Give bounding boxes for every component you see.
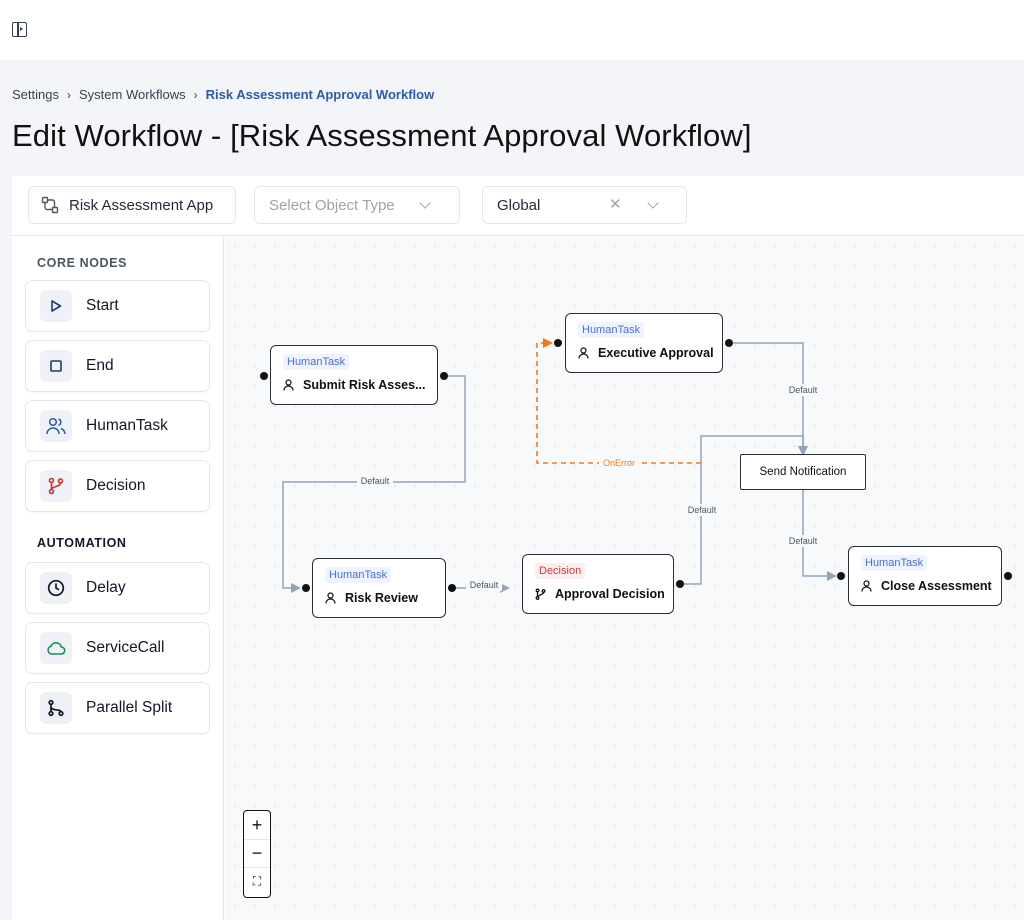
scope-value: Global: [497, 196, 541, 214]
palette-item-label: Decision: [86, 477, 146, 494]
palette-item-servicecall[interactable]: ServiceCall: [25, 622, 210, 674]
palette-item-delay[interactable]: Delay: [25, 562, 210, 614]
user-icon: [325, 592, 336, 604]
core-nodes-heading: CORE NODES: [37, 256, 128, 270]
edge-label-default: Default: [789, 385, 818, 395]
node-label: Executive Approval: [598, 346, 714, 360]
breadcrumb-system-workflows[interactable]: System Workflows: [79, 87, 186, 102]
edge-label-onerror: OnError: [603, 458, 635, 468]
node-label-row: Executive Approval: [578, 346, 714, 360]
palette-item-label: HumanTask: [86, 417, 168, 434]
node-output-port[interactable]: [440, 372, 448, 380]
user-icon: [283, 379, 294, 391]
workflow-name-input[interactable]: Risk Assessment App: [28, 186, 236, 224]
node-label: Risk Review: [345, 591, 418, 605]
sidebar-toggle-icon[interactable]: [12, 22, 27, 37]
node-label: Send Notification: [759, 466, 847, 478]
chevron-right-icon: ›: [66, 87, 71, 102]
node-output-port[interactable]: [676, 580, 684, 588]
user-icon: [578, 347, 589, 359]
palette-item-start[interactable]: Start: [25, 280, 210, 332]
breadcrumb-settings[interactable]: Settings: [12, 87, 59, 102]
automation-heading: AUTOMATION: [37, 536, 127, 550]
chevron-down-icon: [419, 197, 431, 209]
play-icon: [40, 290, 72, 322]
git-branch-icon: [535, 588, 546, 600]
node-risk-review[interactable]: HumanTask Risk Review: [312, 558, 446, 618]
node-label-row: Close Assessment: [861, 579, 992, 593]
node-type-tag: HumanTask: [325, 567, 392, 583]
clear-icon[interactable]: ✕: [609, 195, 622, 213]
workflow-canvas[interactable]: Default Default Default Default Default …: [225, 236, 1024, 920]
palette-item-end[interactable]: End: [25, 340, 210, 392]
edge-notification-to-close: [802, 490, 837, 581]
object-type-select[interactable]: Select Object Type: [254, 186, 460, 224]
palette-item-decision[interactable]: Decision: [25, 460, 210, 512]
node-label: Approval Decision: [555, 587, 665, 601]
node-output-port[interactable]: [448, 584, 456, 592]
node-input-port[interactable]: [302, 584, 310, 592]
zoom-out-button[interactable]: −: [244, 839, 270, 867]
page-title: Edit Workflow - [Risk Assessment Approva…: [12, 118, 752, 153]
node-label-row: Risk Review: [325, 591, 418, 605]
object-type-placeholder: Select Object Type: [269, 196, 395, 214]
chevron-right-icon: ›: [193, 87, 198, 102]
edge-label-default: Default: [688, 505, 717, 515]
workflow-editor: Risk Assessment App Select Object Type G…: [12, 176, 1024, 920]
node-type-tag: HumanTask: [578, 322, 645, 338]
node-output-port[interactable]: [725, 339, 733, 347]
node-input-port[interactable]: [837, 572, 845, 580]
editor-toolbar: Risk Assessment App Select Object Type G…: [12, 176, 1024, 236]
palette-item-humantask[interactable]: HumanTask: [25, 400, 210, 452]
edge-executive-to-notification: [733, 342, 808, 456]
palette-item-label: Delay: [86, 579, 126, 596]
node-type-tag: HumanTask: [283, 354, 350, 370]
node-input-port[interactable]: [260, 372, 268, 380]
breadcrumb: Settings › System Workflows › Risk Asses…: [12, 87, 434, 102]
git-branch-icon: [40, 470, 72, 502]
node-type-tag: Decision: [535, 563, 586, 579]
clock-icon: [40, 572, 72, 604]
split-icon: [40, 692, 72, 724]
cloud-icon: [40, 632, 72, 664]
node-label: Close Assessment: [881, 579, 992, 593]
breadcrumb-current: Risk Assessment Approval Workflow: [205, 87, 435, 102]
chevron-down-icon: [647, 197, 659, 209]
edge-label-default: Default: [470, 580, 499, 590]
node-label-row: Submit Risk Asses...: [283, 378, 426, 392]
edge-label-default: Default: [361, 476, 390, 486]
palette-item-label: Parallel Split: [86, 699, 173, 716]
zoom-in-button[interactable]: +: [244, 811, 270, 839]
node-output-port[interactable]: [1004, 572, 1012, 580]
zoom-controls: + − ⛶: [243, 810, 271, 898]
node-label-row: Approval Decision: [535, 587, 665, 601]
node-input-port[interactable]: [554, 339, 562, 347]
workflow-icon: [41, 196, 59, 214]
scope-select[interactable]: Global ✕: [482, 186, 687, 224]
palette-item-label: End: [86, 357, 114, 374]
top-bar: [0, 0, 1024, 60]
palette-item-label: ServiceCall: [86, 639, 165, 656]
stop-icon: [40, 350, 72, 382]
users-icon: [40, 410, 72, 442]
node-send-notification[interactable]: Send Notification: [740, 454, 866, 490]
node-type-tag: HumanTask: [861, 555, 928, 571]
workflow-name-value: Risk Assessment App: [69, 196, 214, 214]
edge-label-default: Default: [789, 536, 818, 546]
user-icon: [861, 580, 872, 592]
palette-item-label: Start: [86, 297, 119, 314]
node-approval-decision[interactable]: Decision Approval Decision: [522, 554, 674, 614]
palette-item-parallel-split[interactable]: Parallel Split: [25, 682, 210, 734]
node-close-assessment[interactable]: HumanTask Close Assessment: [848, 546, 1002, 606]
node-executive-approval[interactable]: HumanTask Executive Approval: [565, 313, 723, 373]
node-label: Submit Risk Asses...: [303, 378, 426, 392]
node-submit-risk-assessment[interactable]: HumanTask Submit Risk Asses...: [270, 345, 438, 405]
fit-view-button[interactable]: ⛶: [244, 867, 270, 895]
node-palette: CORE NODES Start End HumanTask Decision …: [12, 236, 224, 920]
